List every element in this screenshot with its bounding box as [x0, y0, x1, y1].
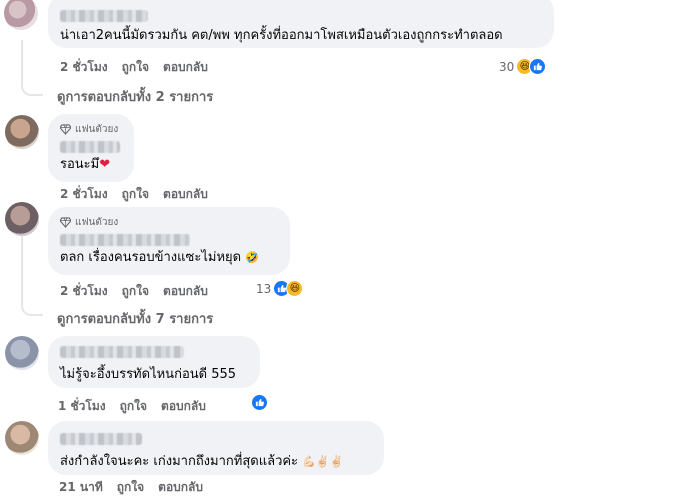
avatar[interactable]	[5, 336, 39, 370]
haha-reaction-icon: 😆	[286, 280, 304, 297]
comment-text: น่าเอา2คนนี้มัดรวมกัน คต/พพ ทุกครั้งที่อ…	[60, 28, 503, 43]
comment-actions: 2 ชั่วโมง ถูกใจ ตอบกลับ	[60, 58, 222, 77]
comment-actions: 1 ชั่วโมง ถูกใจ ตอบกลับ	[58, 397, 220, 416]
reply-button[interactable]: ตอบกลับ	[163, 60, 208, 74]
reaction-summary[interactable]: 30 😆	[499, 58, 547, 75]
comment-bubble: ไม่รู้จะอึ้งบรรทัดไหนก่อนดี 555	[48, 336, 260, 388]
commenter-name-blurred[interactable]	[60, 433, 142, 445]
comment-text: รอนะมึ❤	[60, 156, 122, 174]
reply-button[interactable]: ตอบกลับ	[163, 284, 208, 298]
comment-actions: 2 ชั่วโมง ถูกใจ ตอบกลับ	[60, 282, 222, 301]
like-button[interactable]: ถูกใจ	[122, 187, 149, 201]
strength-peace-emoji: 💪🏻✌🏻✌🏻	[302, 455, 344, 468]
comment-bubble: แฟนตัวยง รอนะมึ❤	[48, 114, 134, 182]
commenter-name-blurred[interactable]	[60, 141, 120, 153]
like-button[interactable]: ถูกใจ	[120, 399, 147, 413]
like-reaction-icon	[529, 58, 547, 75]
reaction-summary[interactable]: 13 😆	[256, 280, 304, 297]
comment-time[interactable]: 2 ชั่วโมง	[60, 284, 108, 298]
thread-curve-3	[21, 300, 43, 316]
comment-actions: 21 นาที ถูกใจ ตอบกลับ	[59, 478, 217, 497]
comment-text-body: ส่งกำลังใจนะคะ เก่งมากถึงมากที่สุดแล้วค่…	[60, 454, 299, 469]
reply-button[interactable]: ตอบกลับ	[161, 399, 206, 413]
diamond-icon	[60, 123, 71, 135]
comment-bubble: น่าเอา2คนนี้มัดรวมกัน คต/พพ ทุกครั้งที่อ…	[48, 0, 554, 48]
avatar[interactable]	[5, 115, 39, 149]
view-replies-link[interactable]: ดูการตอบกลับทั้ง 2 รายการ	[57, 86, 213, 107]
like-button[interactable]: ถูกใจ	[122, 284, 149, 298]
thread-curve-1	[21, 80, 43, 96]
view-replies-link[interactable]: ดูการตอบกลับทั้ง 7 รายการ	[57, 308, 213, 329]
heart-emoji: ❤	[99, 157, 111, 172]
comment-text-body: รอนะมึ	[60, 157, 100, 172]
comment-text-body: ตลก เรื่องคนรอบข้างแซะไม่หยุด	[60, 250, 242, 265]
comment-text: ไม่รู้จะอึ้งบรรทัดไหนก่อนดี 555	[60, 367, 237, 382]
avatar[interactable]	[5, 202, 39, 236]
rofl-emoji: 🤣	[245, 251, 259, 264]
badge-label: แฟนตัวยง	[75, 123, 119, 135]
comment-time[interactable]: 2 ชั่วโมง	[60, 60, 108, 74]
comment-time[interactable]: 2 ชั่วโมง	[60, 187, 108, 201]
comment-bubble: ส่งกำลังใจนะคะ เก่งมากถึงมากที่สุดแล้วค่…	[48, 421, 384, 475]
comment-text: ตลก เรื่องคนรอบข้างแซะไม่หยุด 🤣	[60, 249, 278, 267]
reply-button[interactable]: ตอบกลับ	[163, 187, 208, 201]
like-button[interactable]: ถูกใจ	[122, 60, 149, 74]
reaction-count: 13	[256, 281, 272, 296]
comment-bubble: แฟนตัวยง ตลก เรื่องคนรอบข้างแซะไม่หยุด 🤣	[48, 207, 290, 275]
badge-label: แฟนตัวยง	[75, 216, 119, 228]
like-reaction-icon	[251, 394, 268, 411]
top-fan-badge: แฟนตัวยง	[60, 215, 278, 229]
avatar[interactable]	[5, 421, 39, 455]
comment-time[interactable]: 21 นาที	[59, 480, 103, 494]
like-button[interactable]: ถูกใจ	[117, 480, 144, 494]
comment-text: ส่งกำลังใจนะคะ เก่งมากถึงมากที่สุดแล้วค่…	[60, 453, 372, 471]
avatar[interactable]	[4, 0, 38, 30]
top-fan-badge: แฟนตัวยง	[60, 122, 122, 136]
thread-line-1	[21, 40, 23, 80]
thread-line-3	[21, 234, 23, 300]
comment-time[interactable]: 1 ชั่วโมง	[58, 399, 106, 413]
commenter-name-blurred[interactable]	[60, 234, 190, 246]
commenter-name-blurred[interactable]	[60, 10, 148, 22]
reply-button[interactable]: ตอบกลับ	[158, 480, 203, 494]
commenter-name-blurred[interactable]	[60, 346, 184, 358]
reaction-count: 30	[499, 59, 515, 74]
comment-actions: 2 ชั่วโมง ถูกใจ ตอบกลับ	[60, 185, 222, 204]
reaction-summary[interactable]	[251, 394, 268, 411]
diamond-icon	[60, 216, 71, 228]
